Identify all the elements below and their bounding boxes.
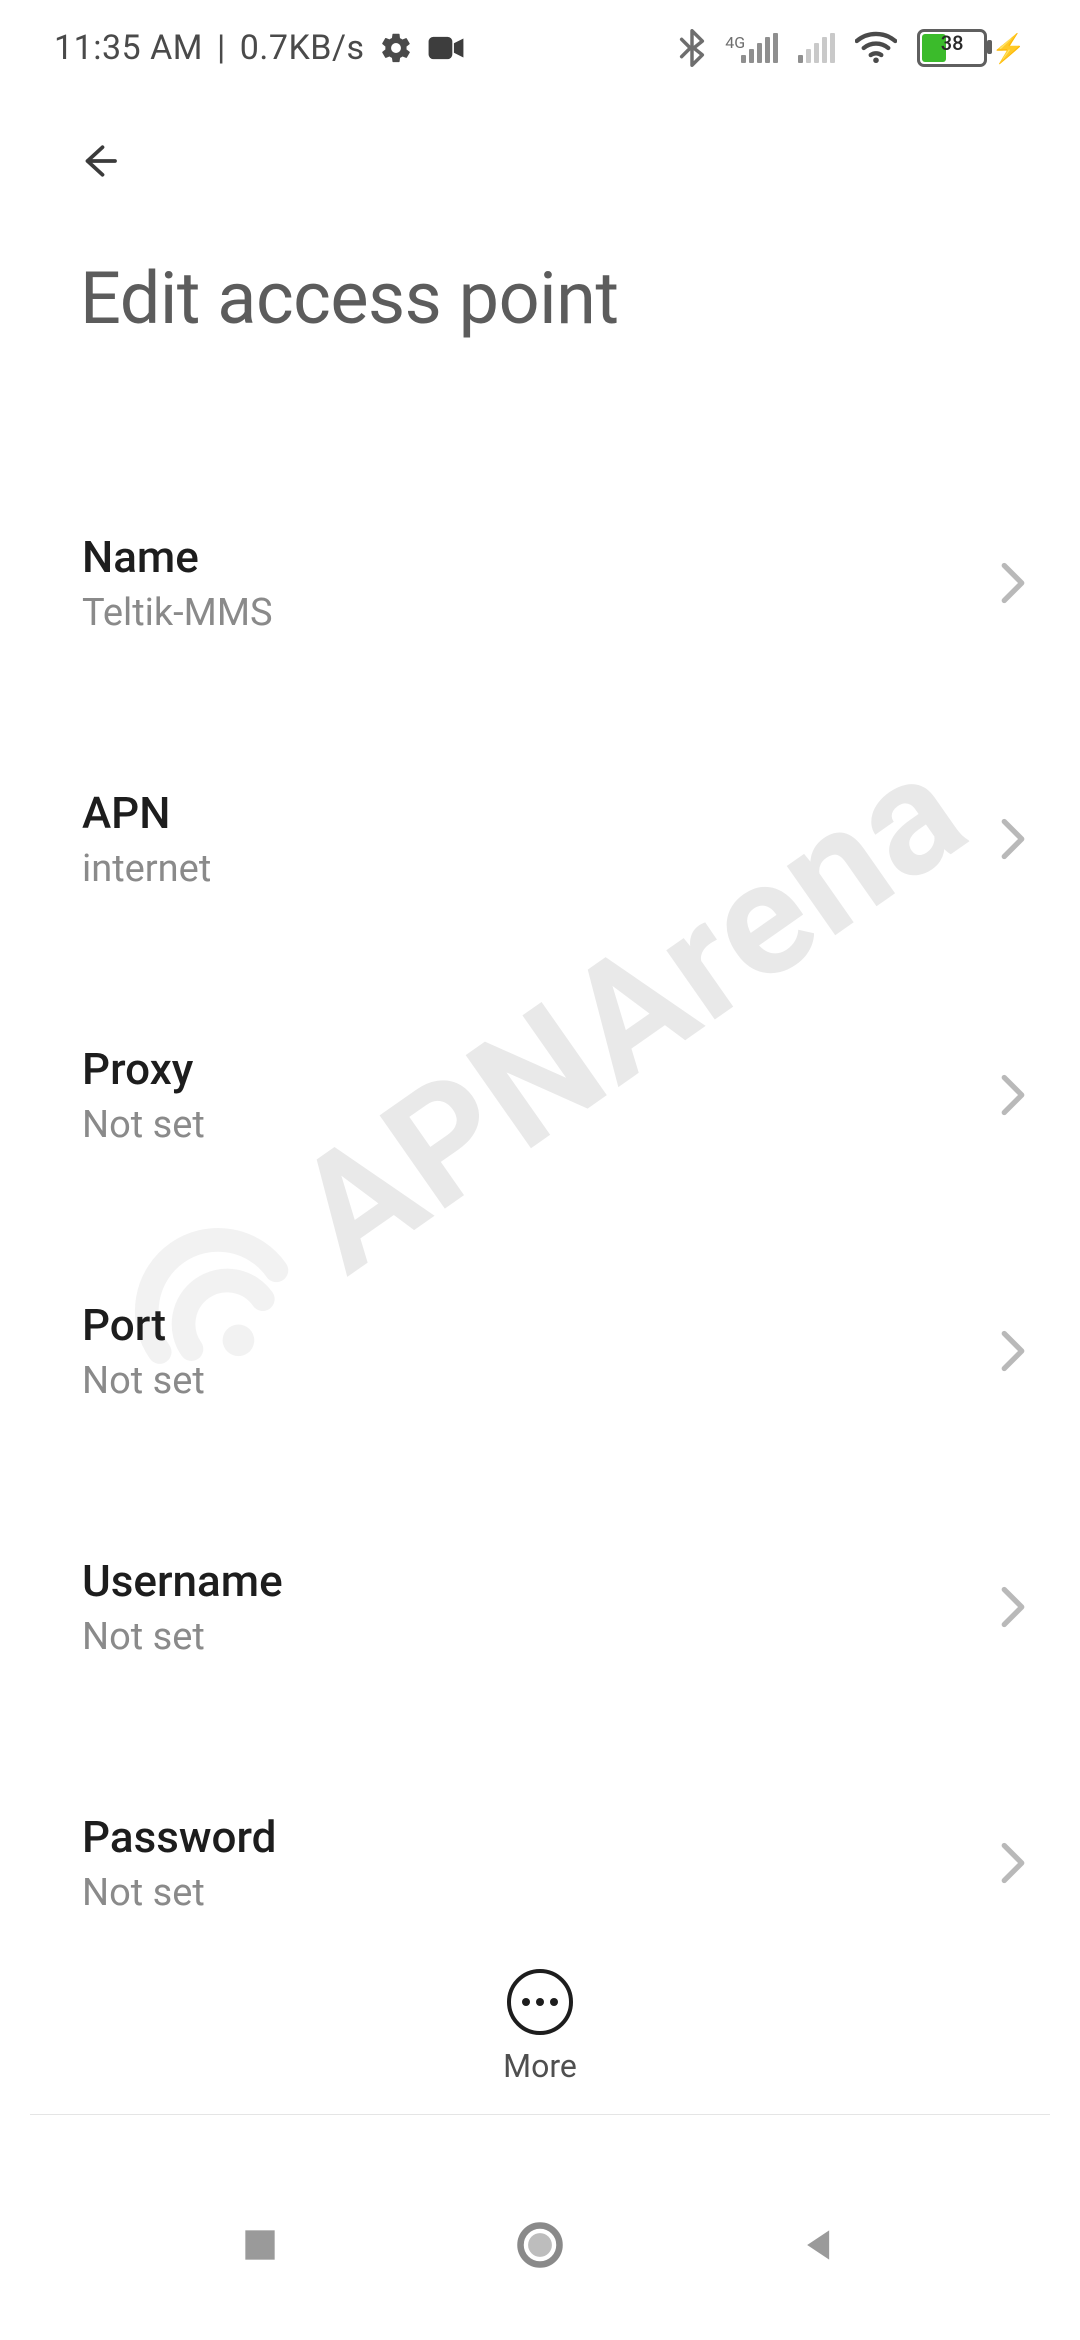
more-button[interactable]: More — [503, 1969, 577, 2085]
gear-icon — [379, 31, 413, 65]
bluetooth-icon — [679, 29, 705, 67]
battery-icon: 38 ⚡ — [917, 29, 1026, 67]
row-label: Username — [82, 1555, 283, 1607]
charging-icon: ⚡ — [991, 32, 1026, 65]
row-value: Not set — [82, 1359, 205, 1403]
nav-back-button[interactable] — [790, 2215, 850, 2275]
status-bar: 11:35 AM | 0.7KB/s 4G 38 ⚡ — [0, 0, 1080, 96]
toolbar-divider — [30, 2114, 1050, 2115]
row-value: Not set — [82, 1615, 283, 1659]
signal-sim2-icon — [798, 33, 835, 63]
chevron-right-icon — [1000, 1842, 1026, 1884]
nav-recents-button[interactable] — [230, 2215, 290, 2275]
row-label: APN — [82, 787, 211, 839]
row-apn[interactable]: APN internet — [82, 747, 1030, 933]
row-label: Password — [82, 1811, 276, 1863]
camera-icon — [427, 33, 465, 63]
page-title: Edit access point — [80, 256, 1000, 341]
row-proxy[interactable]: Proxy Not set — [82, 1003, 1030, 1189]
nav-home-button[interactable] — [510, 2215, 570, 2275]
status-time: 11:35 AM — [54, 28, 203, 68]
bottom-toolbar: More — [0, 1942, 1080, 2112]
chevron-right-icon — [1000, 562, 1026, 604]
chevron-right-icon — [1000, 818, 1026, 860]
more-label: More — [503, 2047, 577, 2085]
row-label: Name — [82, 531, 273, 583]
row-username[interactable]: Username Not set — [82, 1515, 1030, 1701]
row-value: Teltik-MMS — [82, 591, 273, 635]
chevron-right-icon — [1000, 1074, 1026, 1116]
row-label: Port — [82, 1299, 205, 1351]
page-header: Edit access point — [0, 96, 1080, 351]
status-data-rate: 0.7KB/s — [240, 28, 365, 68]
status-sep: | — [217, 28, 226, 68]
signal-sim1-icon — [741, 33, 778, 63]
more-icon — [507, 1969, 573, 2035]
row-value: Not set — [82, 1871, 276, 1915]
row-port[interactable]: Port Not set — [82, 1259, 1030, 1445]
wifi-icon — [855, 31, 897, 65]
row-value: internet — [82, 847, 211, 891]
row-name[interactable]: Name Teltik-MMS — [82, 491, 1030, 677]
row-value: Not set — [82, 1103, 205, 1147]
row-password[interactable]: Password Not set — [82, 1771, 1030, 1957]
chevron-right-icon — [1000, 1330, 1026, 1372]
chevron-right-icon — [1000, 1586, 1026, 1628]
apn-field-list: Name Teltik-MMS APN internet Proxy Not s… — [0, 491, 1080, 2111]
back-button[interactable] — [80, 126, 150, 196]
row-label: Proxy — [82, 1043, 205, 1095]
system-nav-bar — [0, 2150, 1080, 2340]
